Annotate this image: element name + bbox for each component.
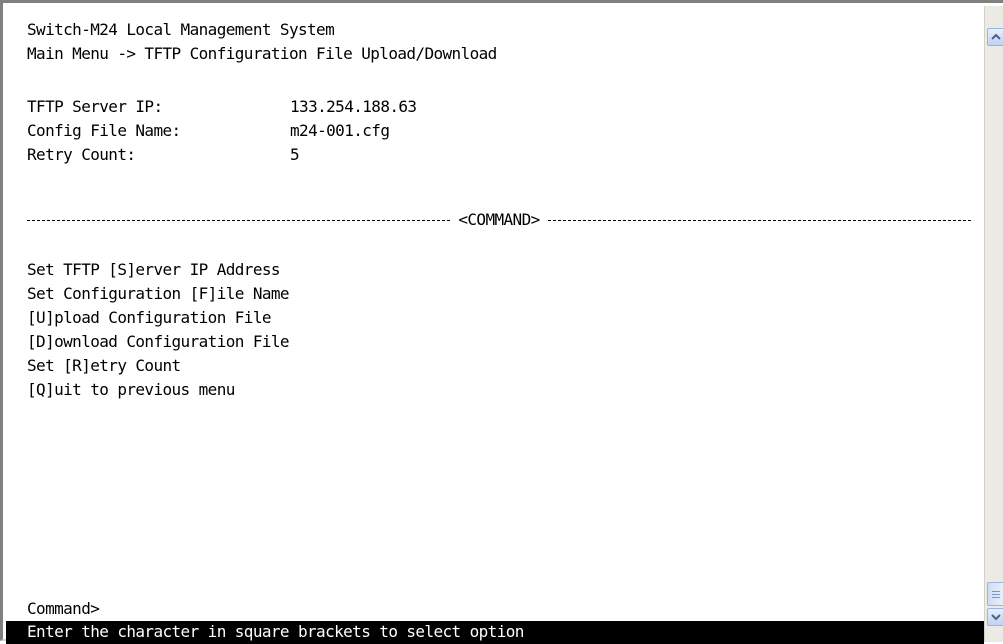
command-quit[interactable]: [Q]uit to previous menu: [27, 380, 235, 400]
breadcrumb: Main Menu -> TFTP Configuration File Upl…: [27, 44, 497, 63]
retry-count-value: 5: [290, 145, 300, 164]
command-download-config[interactable]: [D]ownload Configuration File: [27, 332, 290, 352]
divider-rule-right: [547, 219, 972, 221]
command-divider-label: <COMMAND>: [458, 210, 540, 229]
command-upload-config[interactable]: [U]pload Configuration File: [27, 308, 271, 328]
tftp-server-ip-value: 133.254.188.63: [290, 97, 417, 116]
terminal-screen[interactable]: Switch-M24 Local Management System Main …: [6, 6, 984, 644]
divider-rule-left: [27, 219, 451, 221]
command-set-server-ip[interactable]: Set TFTP [S]erver IP Address: [27, 260, 281, 280]
vertical-scrollbar[interactable]: [984, 6, 1003, 642]
arrow-down-icon: [991, 614, 1001, 621]
config-file-name-value: m24-001.cfg: [290, 121, 390, 140]
config-file-name-label: Config File Name:: [27, 121, 181, 140]
terminal-window: Switch-M24 Local Management System Main …: [0, 0, 1003, 644]
retry-count-label: Retry Count:: [27, 145, 136, 164]
tftp-server-ip-label: TFTP Server IP:: [27, 97, 163, 116]
system-title: Switch-M24 Local Management System: [27, 20, 335, 39]
scroll-thumb[interactable]: [987, 582, 1003, 606]
command-divider: <COMMAND>: [27, 210, 972, 230]
arrow-up-icon: [991, 33, 1001, 40]
status-bar-text: Enter the character in square brackets t…: [27, 622, 524, 641]
scroll-up-button[interactable]: [987, 28, 1003, 46]
command-prompt[interactable]: Command>: [27, 599, 100, 619]
scroll-down-button[interactable]: [987, 608, 1003, 626]
command-set-file-name[interactable]: Set Configuration [F]ile Name: [27, 284, 290, 304]
command-set-retry-count[interactable]: Set [R]etry Count: [27, 356, 181, 376]
